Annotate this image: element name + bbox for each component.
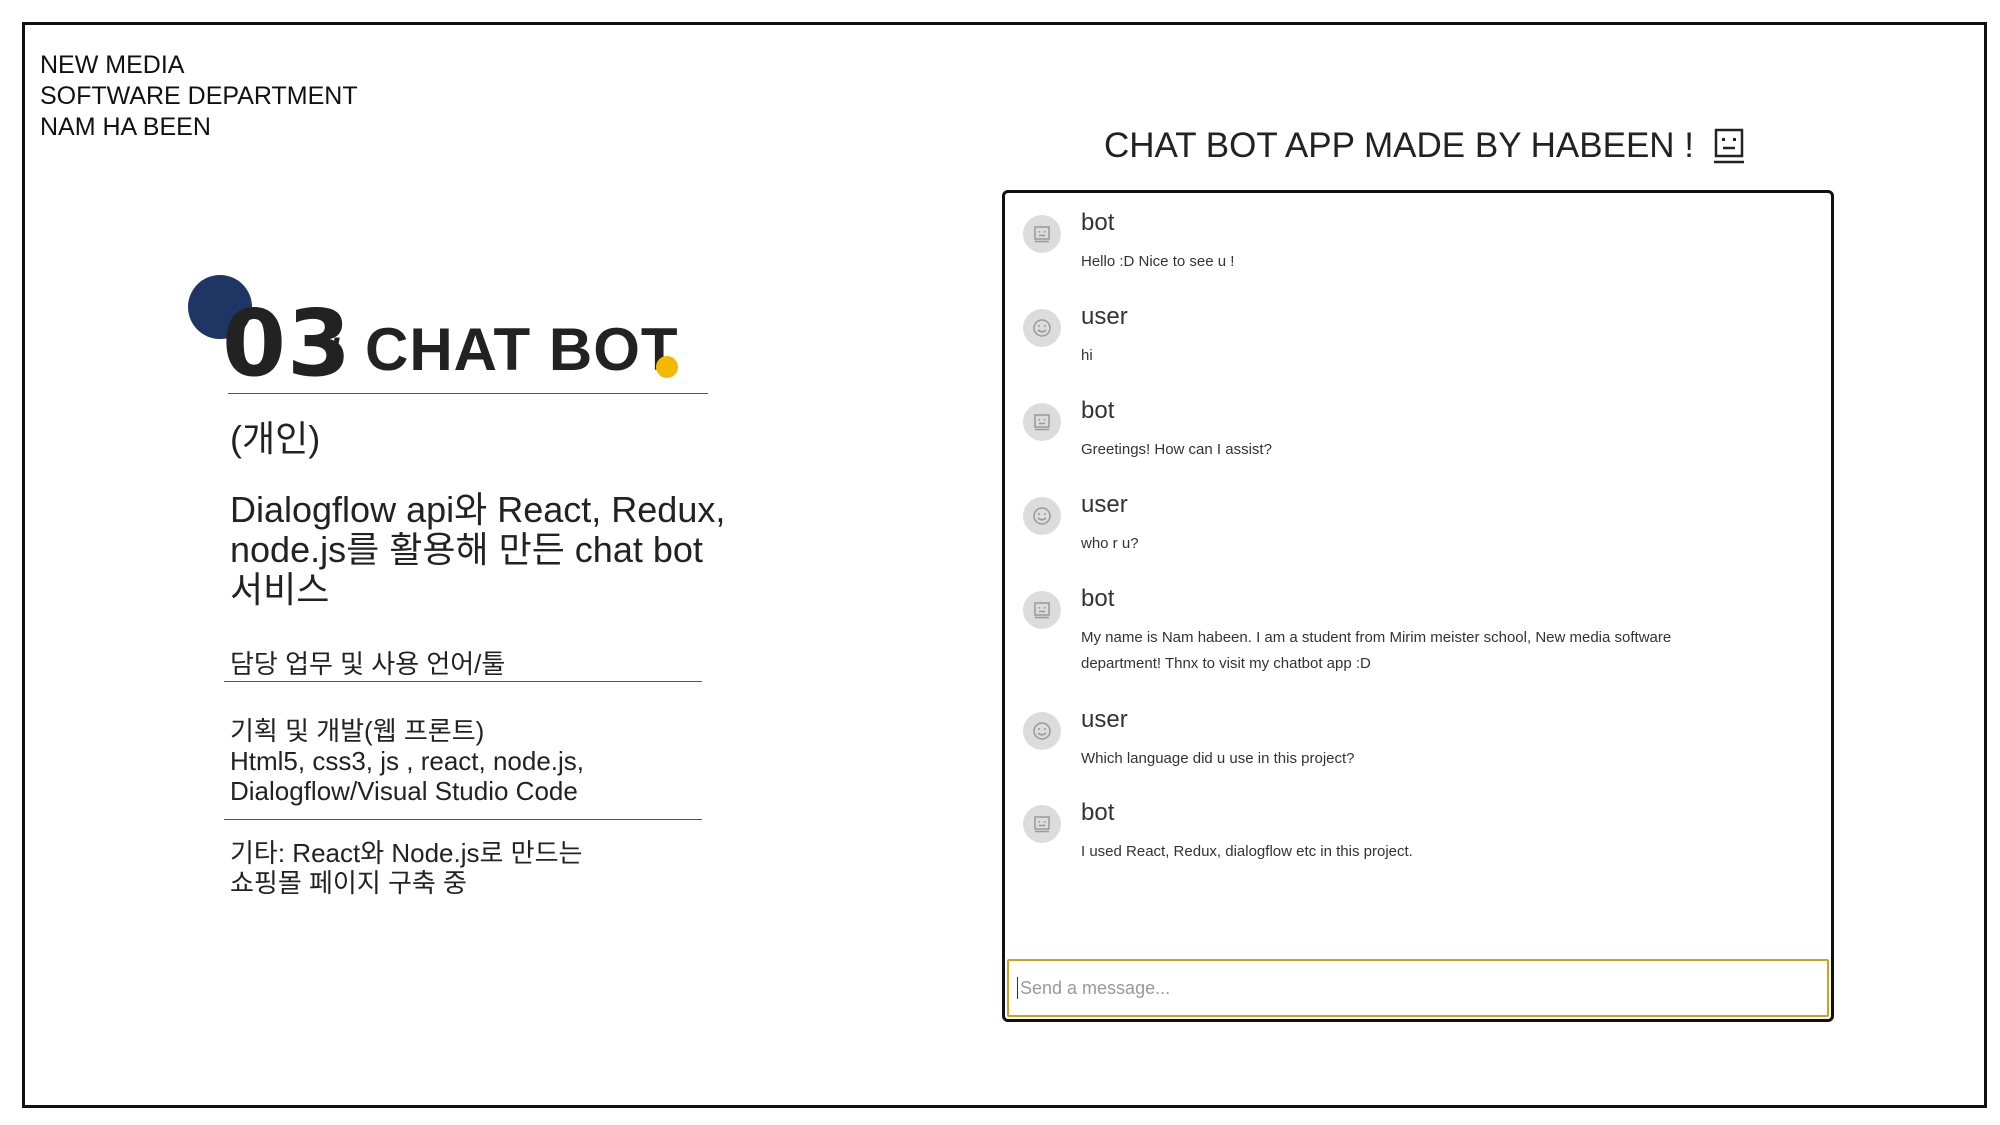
message-sender: bot xyxy=(1081,799,1115,826)
robot-icon xyxy=(1023,403,1061,441)
message-text: I used React, Redux, dialogflow etc in t… xyxy=(1081,843,1413,860)
message-text: hi xyxy=(1081,347,1093,364)
department-line-3: NAM HA BEEN xyxy=(40,113,211,141)
smile-icon xyxy=(1023,309,1061,347)
message-text: My name is Nam habeen. I am a student fr… xyxy=(1081,629,1672,672)
message-sender: bot xyxy=(1081,585,1115,612)
message-sender: bot xyxy=(1081,209,1115,236)
role-heading: 담당 업무 및 사용 언어/툴 xyxy=(230,649,506,679)
message-sender: user xyxy=(1081,303,1128,330)
chat-title: CHAT BOT APP MADE BY HABEEN ! xyxy=(1104,126,1745,166)
role-divider xyxy=(224,681,702,682)
section-title: CHAT BOT xyxy=(365,316,679,383)
message-text: who r u? xyxy=(1081,535,1139,552)
project-description: Dialogflow api와 React, Redux, node.js를 활… xyxy=(230,489,726,610)
misc-divider xyxy=(224,819,702,820)
text-caret xyxy=(1017,977,1018,999)
role-line-1: 기획 및 개발(웹 프론트) xyxy=(230,716,485,746)
smile-icon xyxy=(1023,497,1061,535)
role-details: 기획 및 개발(웹 프론트) Html5, css3, js , react, … xyxy=(230,716,710,806)
department-line-1: NEW MEDIA xyxy=(40,51,185,79)
project-type-tag: (개인) xyxy=(230,418,321,459)
message-input-placeholder: Send a message... xyxy=(1020,977,1171,998)
misc-details: 기타: React와 Node.js로 만드는 쇼핑몰 페이지 구축 중 xyxy=(230,838,710,898)
role-line-2: Html5, css3, js , react, node.js, xyxy=(230,746,585,776)
role-line-3: Dialogflow/Visual Studio Code xyxy=(230,776,578,806)
robot-icon xyxy=(1023,215,1061,253)
message-sender: bot xyxy=(1081,397,1115,424)
message-text: Hello :D Nice to see u ! xyxy=(1081,253,1235,270)
message-sender: user xyxy=(1081,706,1128,733)
message-text: Which language did u use in this project… xyxy=(1081,750,1355,767)
department-line-2: SOFTWARE DEPARTMENT xyxy=(40,82,358,110)
chat-title-text: CHAT BOT APP MADE BY HABEEN ! xyxy=(1104,126,1695,165)
message-input[interactable]: Send a message... xyxy=(1007,959,1829,1017)
chat-window: bot Hello :D Nice to see u ! user hi bot Gree… xyxy=(1002,190,1834,1022)
title-divider xyxy=(228,393,708,394)
misc-line-2: 쇼핑몰 페이지 구축 중 xyxy=(230,868,467,898)
robot-icon xyxy=(1023,805,1061,843)
section-heading: 03 / CHAT BOT xyxy=(188,270,710,397)
robot-icon xyxy=(1023,591,1061,629)
gold-dot-decoration xyxy=(656,356,678,378)
smile-icon xyxy=(1023,712,1061,750)
misc-line-1: 기타: React와 Node.js로 만드는 xyxy=(230,838,583,868)
robot-face-icon xyxy=(1714,128,1745,164)
department-block: NEW MEDIA SOFTWARE DEPARTMENT NAM HA BEE… xyxy=(40,50,358,143)
section-slash: / xyxy=(328,330,341,379)
message-text: Greetings! How can I assist? xyxy=(1081,441,1272,458)
message-sender: user xyxy=(1081,491,1128,518)
